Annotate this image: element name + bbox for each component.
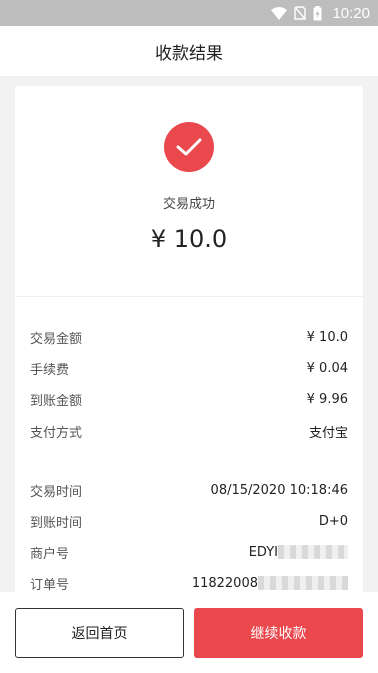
detail-row-trade-time: 交易时间 08/15/2020 10:18:46 [30, 480, 348, 500]
detail-value: 08/15/2020 10:18:46 [210, 482, 348, 498]
success-badge [164, 122, 214, 172]
check-icon [176, 138, 202, 156]
wifi-icon [271, 6, 288, 20]
detail-row-merchant-no: 商户号 EDYI [30, 542, 348, 562]
detail-value: D+0 [318, 513, 348, 529]
merchant-no-value: EDYI [248, 544, 278, 560]
detail-label: 手续费 [30, 362, 70, 378]
detail-row-order-no: 订单号 11822008 [30, 573, 348, 593]
detail-value: ¥ 10.0 [306, 329, 348, 345]
detail-row-trade-amount: 交易金额 ¥ 10.0 [30, 327, 348, 347]
detail-label: 商户号 [30, 546, 70, 562]
status-time: 10:20 [332, 4, 370, 22]
detail-value: 支付宝 [308, 425, 348, 441]
no-sim-icon [294, 6, 307, 20]
divider [15, 296, 363, 297]
detail-label: 支付方式 [30, 425, 83, 441]
detail-label: 到账时间 [30, 515, 83, 531]
detail-row-received-amount: 到账金额 ¥ 9.96 [30, 389, 348, 409]
masked-blur [258, 576, 348, 590]
detail-row-arrival-time: 到账时间 D+0 [30, 511, 348, 531]
detail-row-pay-method: 支付方式 支付宝 [30, 421, 348, 441]
battery-charging-icon [313, 5, 322, 21]
detail-label: 到账金额 [30, 393, 83, 409]
detail-value: 11822008 [192, 576, 348, 591]
detail-row-fee: 手续费 ¥ 0.04 [30, 358, 348, 378]
detail-value: ¥ 0.04 [306, 360, 348, 376]
masked-blur [278, 545, 348, 559]
order-no-value: 11822008 [191, 575, 258, 591]
result-amount: ¥ 10.0 [150, 225, 228, 253]
detail-label: 交易时间 [30, 484, 83, 500]
bottom-action-bar: 返回首页 继续收款 [0, 592, 378, 673]
detail-value: ¥ 9.96 [306, 391, 348, 407]
detail-value: EDYI [249, 545, 348, 560]
result-status-text: 交易成功 [162, 197, 215, 212]
continue-collect-button[interactable]: 继续收款 [194, 608, 363, 658]
detail-label: 交易金额 [30, 331, 83, 347]
page-title: 收款结果 [0, 26, 378, 76]
result-card: 交易成功 ¥ 10.0 交易金额 ¥ 10.0 手续费 ¥ 0.04 到账金额 … [15, 86, 363, 606]
back-home-button[interactable]: 返回首页 [15, 608, 184, 658]
status-bar: 10:20 [0, 0, 378, 26]
detail-label: 订单号 [30, 577, 70, 593]
